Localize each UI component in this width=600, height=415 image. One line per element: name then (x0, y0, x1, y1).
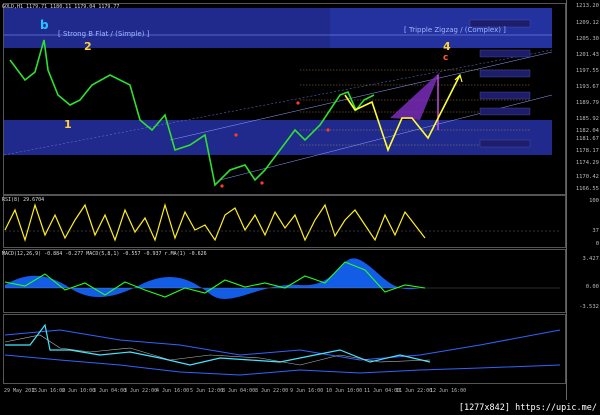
wave-c-label: c (443, 53, 449, 63)
wave-1-label: 1 (64, 118, 72, 131)
rsi-title: RSI(8) 29.6704 (2, 197, 45, 203)
price-axis: 1213.20 1209.12 1205.30 1201.43 1197.55 … (566, 0, 600, 400)
wave-4-label: 4 (443, 40, 451, 53)
wave-b-label: b (40, 18, 49, 32)
macd-title: MACD(12,26,9) -0.884 -0.277 MACD(5,8,1) … (2, 251, 207, 257)
rsi-panel (3, 195, 566, 248)
oscillator-panel (3, 314, 566, 384)
tripple-zigzag-label: [ Tripple Zigzag / (Complex) ] (404, 26, 506, 34)
wave-2-label: 2 (84, 40, 92, 53)
chart-window: GOLD,H1 1179.71 1180.11 1179.04 1179.77 … (0, 0, 600, 415)
chart-title: GOLD,H1 1179.71 1180.11 1179.04 1179.77 (2, 4, 120, 10)
watermark: [1277x842] https://upic.me/ (458, 403, 597, 413)
strong-b-flat-label: [ Strong B Flat / (Simple) ] (58, 30, 150, 38)
macd-panel (3, 249, 566, 313)
